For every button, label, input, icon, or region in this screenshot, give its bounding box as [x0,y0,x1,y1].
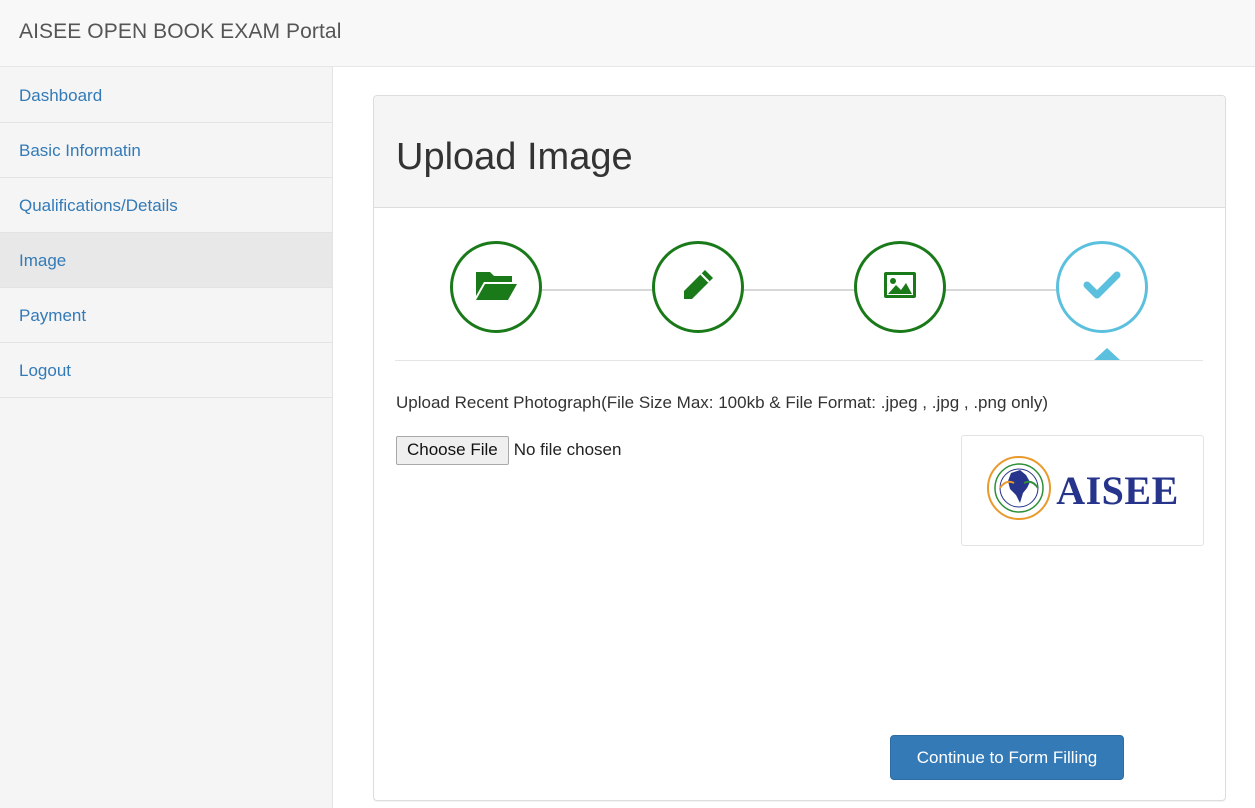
file-input[interactable]: Choose File No file chosen [396,435,621,465]
sidebar-item-payment[interactable]: Payment [0,288,332,343]
wizard-divider [395,360,1203,361]
wizard-connector-line [475,289,1095,291]
choose-file-button[interactable]: Choose File [396,435,509,465]
sidebar: Dashboard Basic Informatin Qualification… [0,67,333,808]
aisee-seal-icon [986,455,1052,526]
sidebar-item-logout[interactable]: Logout [0,343,332,398]
file-status: No file chosen [513,440,622,459]
pencil-icon [679,266,717,309]
wizard-step-2[interactable] [652,241,744,333]
logo-text: AISEE [1056,468,1179,513]
top-navbar: AISEE OPEN BOOK EXAM Portal [0,0,1255,67]
image-preview: AISEE [961,435,1204,546]
upload-panel: Upload Image Upload Recent Photograph(Fi… [373,95,1226,801]
sidebar-item-dashboard[interactable]: Dashboard [0,67,332,123]
page-title: Upload Image [396,136,633,178]
wizard-step-1[interactable] [450,241,542,333]
current-step-caret [1094,348,1120,360]
app-title[interactable]: AISEE OPEN BOOK EXAM Portal [19,20,341,44]
sidebar-item-basic-information[interactable]: Basic Informatin [0,123,332,178]
continue-button[interactable]: Continue to Form Filling [890,735,1124,780]
sidebar-item-qualifications[interactable]: Qualifications/Details [0,178,332,233]
wizard-step-3[interactable] [854,241,946,333]
folder-open-icon [474,268,518,307]
check-icon [1083,270,1121,305]
panel-heading: Upload Image [374,96,1225,208]
sidebar-item-image[interactable]: Image [0,233,332,288]
upload-instructions: Upload Recent Photograph(File Size Max: … [396,393,1048,412]
image-icon [882,270,918,305]
wizard-step-4[interactable] [1056,241,1148,333]
wizard-steps [395,236,1203,361]
